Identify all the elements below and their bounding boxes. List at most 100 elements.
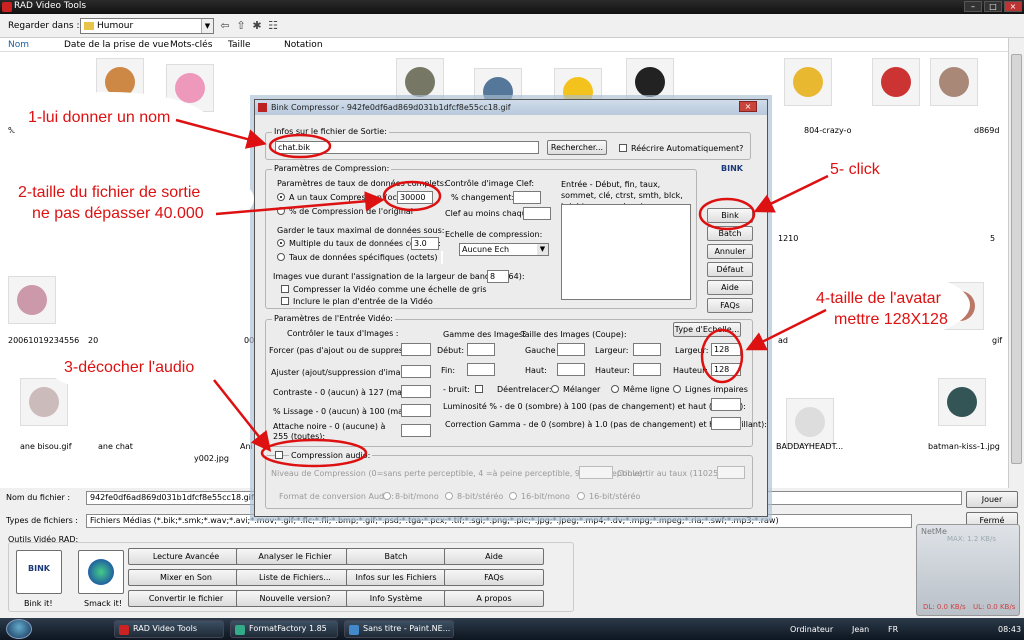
- tool-button-0[interactable]: Lecture Avancée: [128, 548, 244, 565]
- dialog-icon: [258, 103, 267, 112]
- grayscale-checkbox[interactable]: [281, 285, 289, 293]
- file-thumbnail[interactable]: [872, 58, 920, 106]
- play-button[interactable]: Jouer: [966, 491, 1018, 508]
- tool-button-7[interactable]: FAQs: [444, 569, 544, 586]
- view-menu-icon[interactable]: ☷: [266, 19, 280, 33]
- tray-user[interactable]: Jean: [852, 625, 869, 634]
- crop-left-input[interactable]: [557, 343, 585, 356]
- smoothing-input[interactable]: [401, 404, 431, 417]
- gamma-input[interactable]: [711, 417, 741, 430]
- adjust-rate-input[interactable]: [401, 365, 431, 378]
- column-size[interactable]: Taille: [228, 40, 251, 50]
- bink-button[interactable]: Bink: [707, 208, 753, 223]
- tray-computer[interactable]: Ordinateur: [790, 625, 833, 634]
- tool-button-1[interactable]: Analyser le Fichier: [236, 548, 354, 565]
- fmt-16mono-radio[interactable]: [509, 492, 517, 500]
- brightness-input[interactable]: [711, 398, 741, 411]
- tool-button-3[interactable]: Aide: [444, 548, 544, 565]
- height-input[interactable]: 128: [711, 363, 741, 376]
- batch-button[interactable]: Batch: [707, 226, 753, 241]
- annotation-step-2b: ne pas dépasser 40.000: [32, 205, 204, 222]
- minimize-button[interactable]: –: [964, 1, 982, 12]
- tool-button-9[interactable]: Nouvelle version?: [236, 590, 354, 607]
- fmt-8mono-radio[interactable]: [383, 492, 391, 500]
- tray-language[interactable]: FR: [888, 625, 898, 634]
- start-input[interactable]: [467, 343, 495, 356]
- keyframe-min-input[interactable]: [523, 207, 551, 220]
- file-thumbnail[interactable]: [938, 378, 986, 426]
- black-input[interactable]: [401, 424, 431, 437]
- noise-label: - bruit:: [443, 385, 470, 394]
- smack-it-button[interactable]: [78, 550, 124, 594]
- crop-top-input[interactable]: [557, 363, 585, 376]
- fmt-8stereo-radio[interactable]: [445, 492, 453, 500]
- file-thumbnail[interactable]: [784, 58, 832, 106]
- column-rating[interactable]: Notation: [284, 40, 323, 50]
- tool-button-8[interactable]: Convertir le fichier: [128, 590, 244, 607]
- cancel-button[interactable]: Annuler: [707, 244, 753, 259]
- lookin-combo[interactable]: Humour ▼: [80, 18, 214, 34]
- crop-width-input[interactable]: [633, 343, 661, 356]
- entry-list[interactable]: [561, 204, 691, 300]
- help-button[interactable]: Aide: [707, 280, 753, 295]
- rate-fixed-radio[interactable]: [277, 193, 285, 201]
- file-thumbnail[interactable]: [786, 398, 834, 446]
- crop-height-input[interactable]: [633, 363, 661, 376]
- scale-select[interactable]: Aucune Ech: [459, 243, 549, 256]
- contrast-input[interactable]: [401, 385, 431, 398]
- task-formatfactory[interactable]: FormatFactory 1.85: [230, 620, 338, 638]
- force-rate-input[interactable]: [401, 343, 431, 356]
- mix-radio[interactable]: [551, 385, 559, 393]
- multiple-rate-input[interactable]: 3.0: [411, 237, 439, 250]
- back-icon[interactable]: ⇦: [218, 19, 232, 33]
- new-folder-icon[interactable]: ✱: [250, 19, 264, 33]
- tool-button-11[interactable]: A propos: [444, 590, 544, 607]
- browse-button[interactable]: Rechercher...: [547, 140, 607, 155]
- start-button[interactable]: [6, 619, 32, 639]
- end-input[interactable]: [467, 363, 495, 376]
- odd-lines-radio[interactable]: [673, 385, 681, 393]
- close-window-button[interactable]: ×: [1004, 1, 1022, 12]
- default-button[interactable]: Défaut: [707, 262, 753, 277]
- scrollbar-thumb[interactable]: [1011, 54, 1022, 464]
- include-plan-checkbox[interactable]: [281, 297, 289, 305]
- audio-checkbox[interactable]: [275, 451, 283, 459]
- dialog-titlebar: Bink Compressor - 942fe0df6ad869d031b1df…: [255, 100, 767, 115]
- scale-type-button[interactable]: Type d'Echelle...: [673, 322, 741, 337]
- width-input[interactable]: 128: [711, 343, 741, 356]
- column-nom[interactable]: Nom: [8, 40, 29, 50]
- tool-button-2[interactable]: Batch: [346, 548, 446, 565]
- chevron-down-icon[interactable]: ▼: [537, 244, 548, 255]
- audio-convert-input[interactable]: [717, 466, 745, 479]
- tool-button-4[interactable]: Mixer en Son: [128, 569, 244, 586]
- dialog-close-button[interactable]: ×: [739, 101, 757, 112]
- file-thumbnail[interactable]: [20, 378, 68, 426]
- audio-level-input[interactable]: [579, 466, 613, 479]
- fmt-16stereo-radio[interactable]: [577, 492, 585, 500]
- up-folder-icon[interactable]: ⇧: [234, 19, 248, 33]
- pct-change-input[interactable]: [513, 191, 541, 204]
- maximize-button[interactable]: □: [984, 1, 1002, 12]
- output-filename-input[interactable]: chat.bik: [275, 141, 539, 154]
- tool-button-6[interactable]: Infos sur les Fichiers: [346, 569, 446, 586]
- multiple-rate-radio[interactable]: [277, 239, 285, 247]
- task-rad-video-tools[interactable]: RAD Video Tools: [114, 620, 224, 638]
- rate-percent-radio[interactable]: [277, 207, 285, 215]
- images-bw-input[interactable]: 8: [487, 270, 509, 283]
- same-line-radio[interactable]: [611, 385, 619, 393]
- faqs-button[interactable]: FAQs: [707, 298, 753, 313]
- tool-button-10[interactable]: Info Système: [346, 590, 446, 607]
- chevron-down-icon[interactable]: ▼: [201, 19, 213, 33]
- bink-it-button[interactable]: BINK: [16, 550, 62, 594]
- task-paint[interactable]: Sans titre - Paint.NE...: [344, 620, 454, 638]
- rate-fixed-input[interactable]: 30000: [397, 191, 433, 204]
- auto-overwrite-checkbox[interactable]: [619, 144, 627, 152]
- noise-checkbox[interactable]: [475, 385, 483, 393]
- column-date[interactable]: Date de la prise de vue: [64, 40, 169, 50]
- tool-button-5[interactable]: Liste de Fichiers...: [236, 569, 354, 586]
- specific-rate-radio[interactable]: [277, 253, 285, 261]
- file-thumbnail[interactable]: [8, 276, 56, 324]
- column-keywords[interactable]: Mots-clés: [170, 40, 212, 50]
- file-thumbnail[interactable]: [930, 58, 978, 106]
- vertical-scrollbar[interactable]: [1008, 38, 1024, 488]
